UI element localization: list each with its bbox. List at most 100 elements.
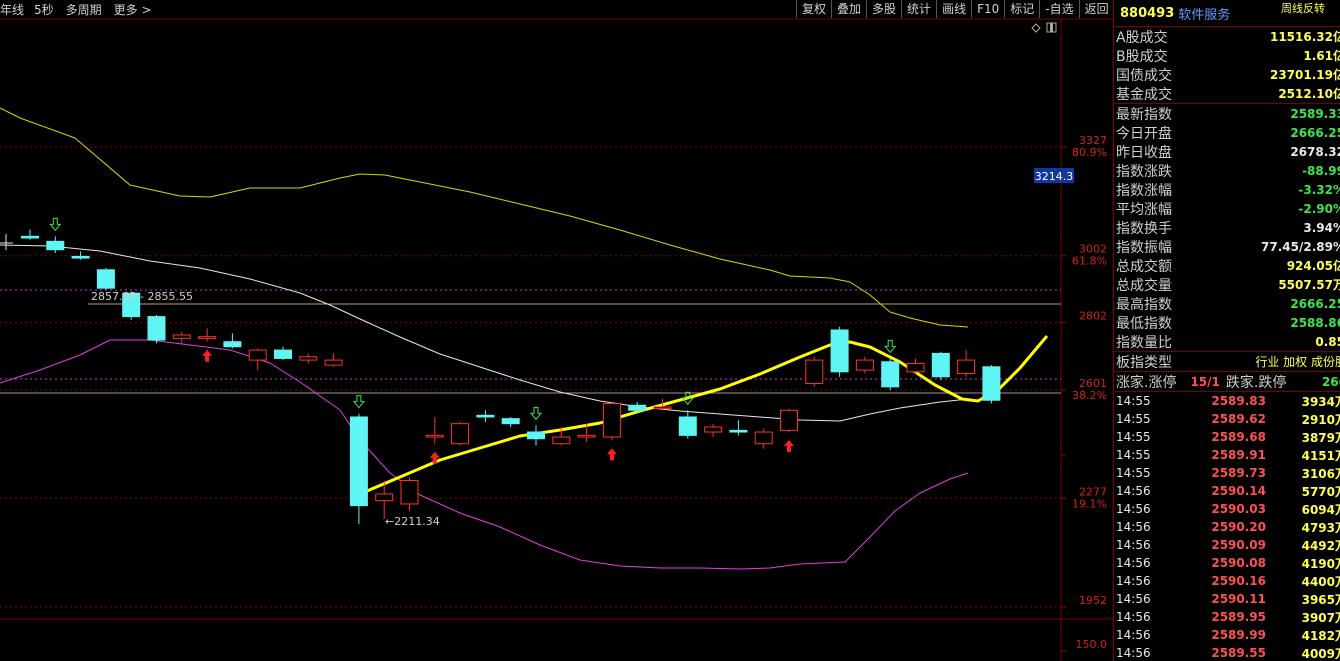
tick-time: 14:55	[1116, 394, 1151, 408]
tick-price: 2590.20	[1211, 520, 1266, 534]
candle-body	[906, 362, 925, 373]
candle-body	[704, 426, 723, 433]
tick-row[interactable]: 14:56 2590.14 5770万	[1114, 482, 1340, 500]
tick-row[interactable]: 14:56 2590.20 4793万	[1114, 518, 1340, 536]
tick-row[interactable]: 14:55 2589.73 3106万	[1114, 464, 1340, 482]
tick-row[interactable]: 14:56 2590.08 4190万	[1114, 554, 1340, 572]
tick-volume: 4182万	[1301, 628, 1340, 643]
candle-body	[425, 434, 444, 438]
tick-row[interactable]: 14:55 2589.62 2910万	[1114, 410, 1340, 428]
period-multi[interactable]: 多周期	[66, 1, 102, 18]
f10-button[interactable]: F10	[971, 0, 1004, 18]
sell-arrow-icon	[49, 217, 62, 232]
tick-time: 14:56	[1116, 538, 1151, 552]
candle-body	[172, 334, 191, 339]
tick-time: 14:55	[1116, 448, 1151, 462]
candle-body	[71, 255, 90, 259]
tick-row[interactable]: 14:55 2589.83 3934万	[1114, 392, 1340, 410]
stat-row: A股成交 11516.32亿	[1114, 27, 1340, 46]
stat-label: B股成交	[1116, 48, 1168, 65]
tick-time: 14:56	[1116, 592, 1151, 606]
tick-row[interactable]: 14:55 2589.91 4151万	[1114, 446, 1340, 464]
period-5s[interactable]: 5秒	[34, 1, 54, 18]
tick-price: 2589.62	[1211, 412, 1266, 426]
stat-row: 昨日收盘 2678.32	[1114, 142, 1340, 161]
period-year[interactable]: 年线	[0, 1, 24, 18]
stat-row: B股成交 1.61亿	[1114, 46, 1340, 65]
candle-body	[96, 269, 115, 289]
diamond-icon[interactable]	[1031, 23, 1041, 33]
candle-body	[476, 414, 495, 418]
decline-value: 266	[1321, 374, 1340, 389]
statistics-button[interactable]: 统计	[901, 0, 936, 18]
axis-percent-label: 38.2%	[1072, 389, 1107, 402]
tick-price: 2589.91	[1211, 448, 1266, 462]
candle-body	[754, 431, 773, 445]
stat-value: 2666.25	[1290, 125, 1340, 140]
axis-percent-label: 19.1%	[1072, 497, 1107, 510]
multi-stock-button[interactable]: 多股	[866, 0, 901, 18]
overlay-button[interactable]: 叠加	[831, 0, 866, 18]
stat-label: 最低指数	[1116, 315, 1172, 332]
stat-label: 最新指数	[1116, 106, 1172, 123]
stat-value: -3.32%	[1298, 182, 1340, 197]
stat-value: 2666.25	[1290, 296, 1340, 311]
candle-body	[299, 356, 318, 361]
stat-value: 77.45/2.89%	[1261, 239, 1340, 254]
candle-body	[805, 359, 824, 385]
chart-corner-icons[interactable]	[1031, 22, 1057, 33]
tick-volume: 3879万	[1301, 430, 1340, 445]
candle-body	[248, 349, 267, 361]
tick-row[interactable]: 14:56 2590.16 4400万	[1114, 572, 1340, 590]
candle-body	[21, 235, 39, 239]
stat-value: 2589.33	[1290, 106, 1340, 121]
stat-value: 3.94%	[1303, 220, 1340, 235]
candle-body	[400, 480, 419, 505]
tick-volume: 3106万	[1301, 466, 1340, 481]
advance-value: 15/1	[1190, 374, 1220, 389]
candle-body	[931, 352, 950, 378]
stat-value: -2.90%	[1298, 201, 1340, 216]
tick-row[interactable]: 14:56 2589.55 4009万	[1114, 644, 1340, 661]
tick-volume: 4151万	[1301, 448, 1340, 463]
tick-row[interactable]: 14:56 2589.99 4182万	[1114, 626, 1340, 644]
candle-body	[223, 341, 242, 348]
axis-value-label: 2802	[1079, 310, 1107, 323]
stat-label: 指数量比	[1116, 334, 1172, 351]
tick-volume: 4492万	[1301, 538, 1340, 553]
tick-row[interactable]: 14:56 2590.03 6094万	[1114, 500, 1340, 518]
tick-price: 2590.11	[1211, 592, 1266, 606]
candle-body	[552, 436, 571, 445]
tick-list[interactable]: 14:55 2589.83 3934万 14:55 2589.62 2910万 14:55 2…	[1114, 392, 1340, 661]
tick-row[interactable]: 14:56 2590.09 4492万	[1114, 536, 1340, 554]
tick-volume: 4190万	[1301, 556, 1340, 571]
draw-line-button[interactable]: 画线	[936, 0, 971, 18]
tick-volume: 4009万	[1301, 646, 1340, 661]
candle-body	[198, 336, 217, 339]
quote-panel: 880493 软件服务 周线反转 A股成交 11516.32亿 B股成交 1.61亿国…	[1113, 0, 1340, 661]
advance-label: 涨家.涨停	[1116, 374, 1177, 391]
stat-value: 11516.32亿	[1269, 30, 1340, 44]
remove-watchlist-button[interactable]: -自选	[1039, 0, 1078, 18]
buy-arrow-icon	[784, 440, 794, 453]
index-name[interactable]: 软件服务	[1178, 4, 1230, 23]
kline-chart[interactable]: 332780.9%300261.8%2802260138.2%227719.1%…	[0, 0, 1113, 661]
tick-time: 14:55	[1116, 412, 1151, 426]
candle-body	[830, 329, 849, 373]
candle-body	[527, 431, 545, 440]
back-button[interactable]: 返回	[1078, 0, 1114, 18]
period-more[interactable]: 更多 >	[114, 1, 152, 18]
candle-body	[602, 403, 621, 438]
tick-row[interactable]: 14:55 2589.68 3879万	[1114, 428, 1340, 446]
stat-row: 最低指数 2588.86	[1114, 313, 1340, 332]
tick-row[interactable]: 14:56 2589.95 3907万	[1114, 608, 1340, 626]
tick-volume: 3907万	[1301, 610, 1340, 625]
tick-row[interactable]: 14:56 2590.11 3965万	[1114, 590, 1340, 608]
mark-button[interactable]: 标记	[1004, 0, 1039, 18]
candle-body	[46, 240, 65, 251]
restore-rights-button[interactable]: 复权	[796, 0, 831, 18]
stat-row: 平均涨幅 -2.90%	[1114, 199, 1340, 218]
stat-row: 最新指数 2589.33	[1114, 104, 1340, 123]
stat-label: 指数涨幅	[1116, 182, 1172, 199]
stat-value: 23701.19亿	[1269, 68, 1340, 82]
